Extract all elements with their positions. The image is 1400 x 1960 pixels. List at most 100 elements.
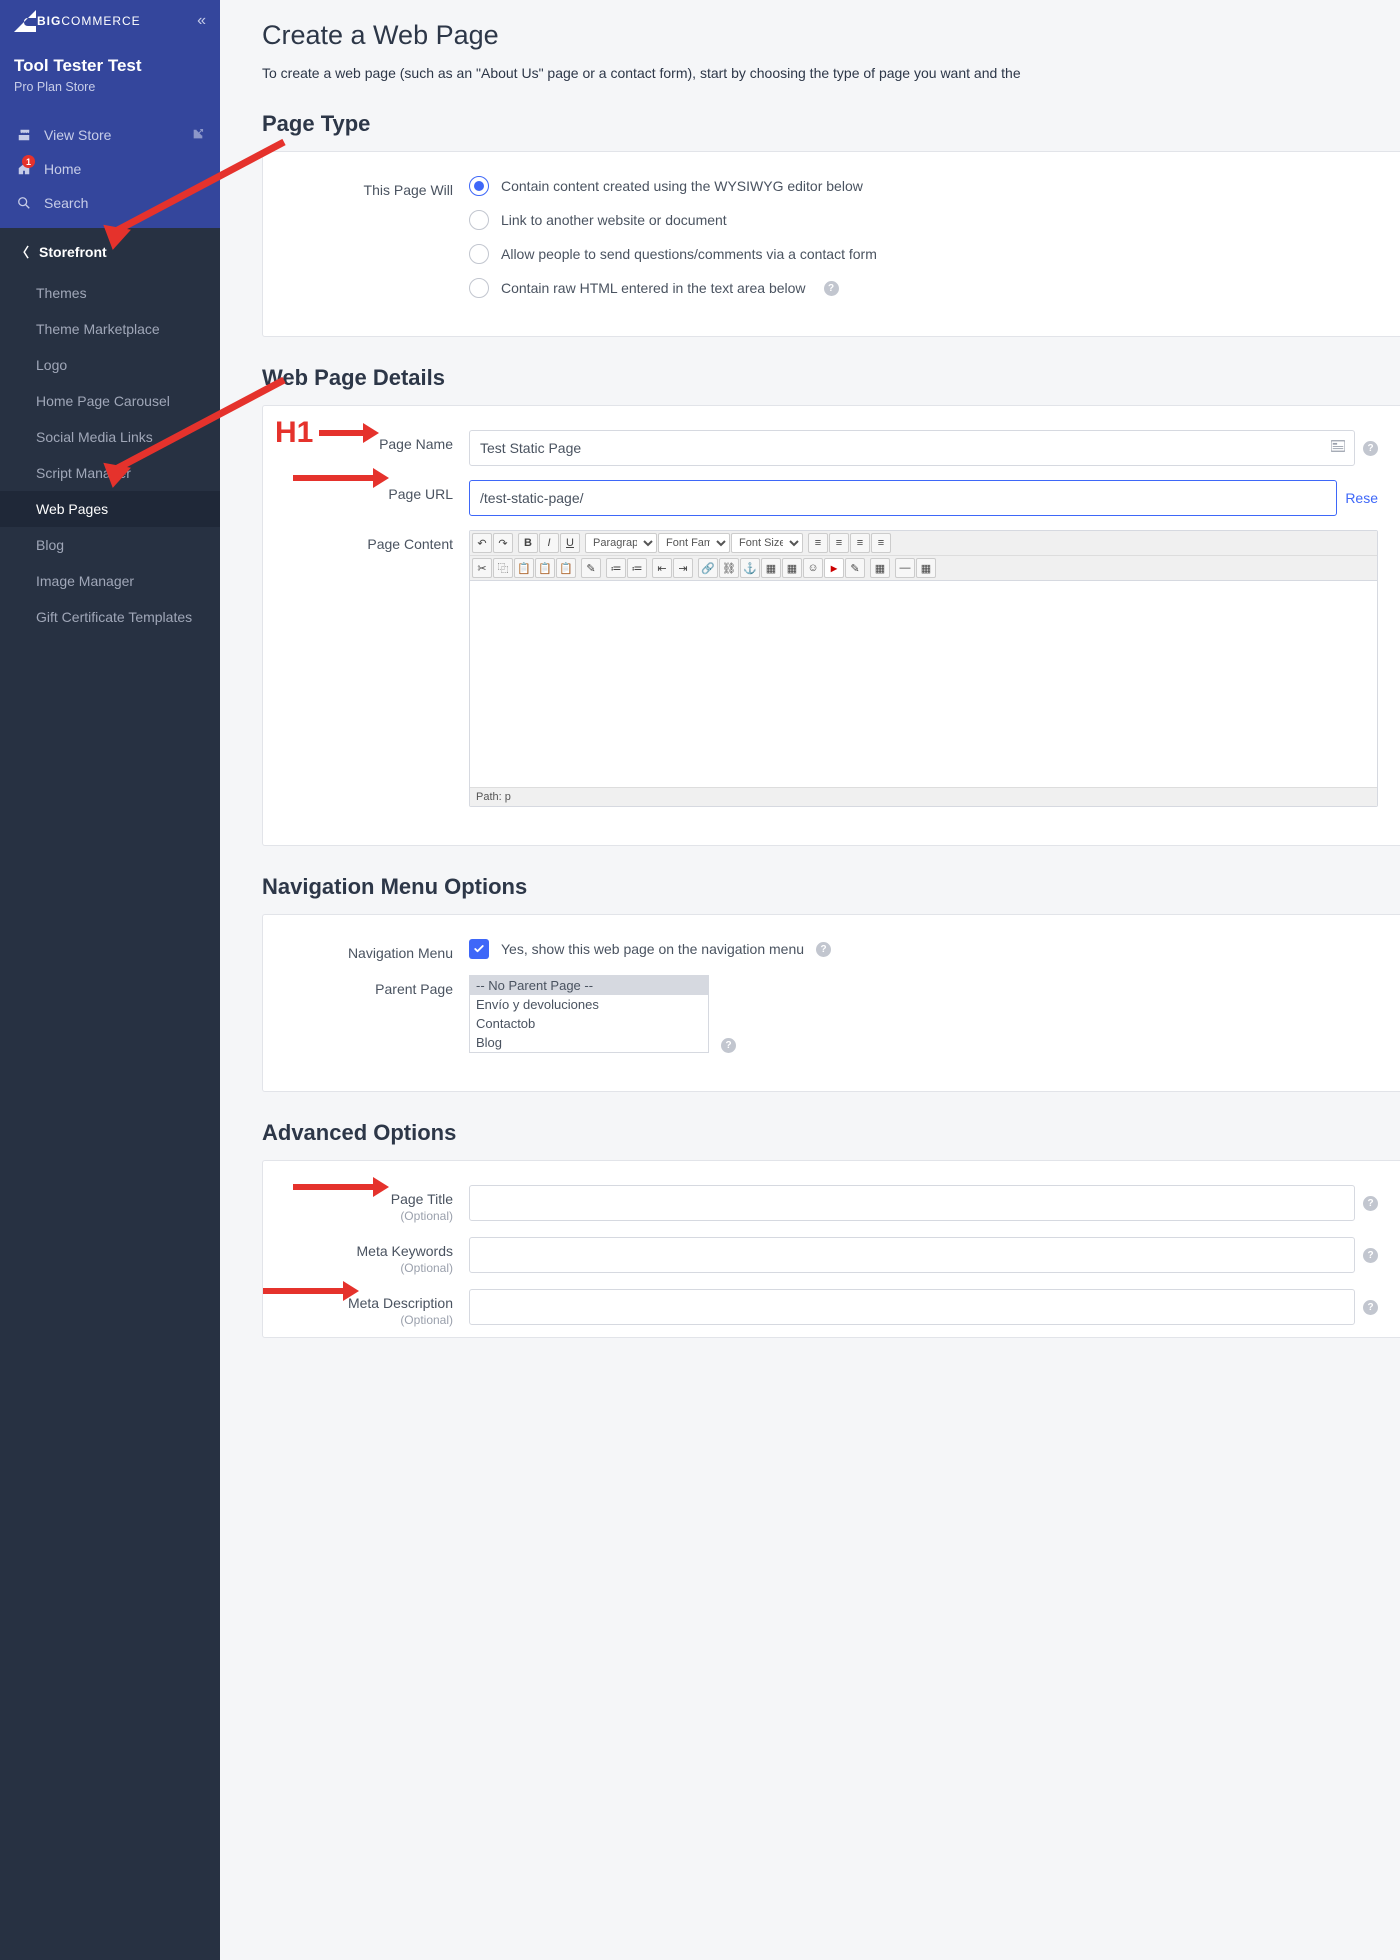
radio-icon[interactable] <box>469 244 489 264</box>
tb-paste-text-icon[interactable]: 📋 <box>535 558 555 578</box>
input-page-title[interactable] <box>469 1185 1355 1221</box>
section-details-title: Web Page Details <box>262 365 1400 391</box>
nav-item-logo[interactable]: Logo <box>0 347 220 383</box>
page-type-option[interactable]: Contain raw HTML entered in the text are… <box>469 278 1378 298</box>
parent-page-select[interactable]: -- No Parent Page --Envío y devoluciones… <box>469 975 709 1053</box>
search-icon <box>16 195 32 211</box>
tb-align-justify-icon[interactable]: ≡ <box>871 533 891 553</box>
radio-label: Contain content created using the WYSIWY… <box>501 178 863 194</box>
tb-ol-icon[interactable]: ≔ <box>627 558 647 578</box>
nav-item-blog[interactable]: Blog <box>0 527 220 563</box>
page-title: Create a Web Page <box>262 20 1400 51</box>
nav-item-theme-marketplace[interactable]: Theme Marketplace <box>0 311 220 347</box>
radio-label: Link to another website or document <box>501 212 727 228</box>
nav-item-home-page-carousel[interactable]: Home Page Carousel <box>0 383 220 419</box>
tb-hr-icon[interactable]: — <box>895 558 915 578</box>
help-icon[interactable]: ? <box>1363 1248 1378 1263</box>
page-type-option[interactable]: Contain content created using the WYSIWY… <box>469 176 1378 196</box>
tb-more-icon[interactable]: ▦ <box>916 558 936 578</box>
tb-table-icon[interactable]: ▦ <box>870 558 890 578</box>
radio-icon[interactable] <box>469 176 489 196</box>
tb-edit-icon[interactable]: ✎ <box>845 558 865 578</box>
tb-align-left-icon[interactable]: ≡ <box>808 533 828 553</box>
tb-image-icon[interactable]: ▦ <box>761 558 781 578</box>
reset-link[interactable]: Rese <box>1345 490 1378 506</box>
tb-align-center-icon[interactable]: ≡ <box>829 533 849 553</box>
card-icon <box>1331 439 1345 457</box>
nav-section-label: Storefront <box>39 244 107 260</box>
tb-paste-word-icon[interactable]: 📋 <box>556 558 576 578</box>
nav-item-web-pages[interactable]: Web Pages <box>0 491 220 527</box>
tb-align-right-icon[interactable]: ≡ <box>850 533 870 553</box>
tb-undo-icon[interactable]: ↶ <box>472 533 492 553</box>
help-icon[interactable]: ? <box>721 1038 736 1053</box>
checkbox-show-in-nav[interactable] <box>469 939 489 959</box>
page-type-option[interactable]: Allow people to send questions/comments … <box>469 244 1378 264</box>
label-parent-page: Parent Page <box>263 975 469 997</box>
help-icon[interactable]: ? <box>1363 1196 1378 1211</box>
editor-path: Path: p <box>470 787 1377 806</box>
page-description: To create a web page (such as an "About … <box>262 65 1400 81</box>
wysiwyg-editor: ↶ ↷ B I U Paragraph Font Family Font Siz… <box>469 530 1378 807</box>
label-nav-menu: Navigation Menu <box>263 939 469 961</box>
section-advanced-title: Advanced Options <box>262 1120 1400 1146</box>
nav-search[interactable]: Search <box>0 186 220 220</box>
radio-icon[interactable] <box>469 210 489 230</box>
tb-indent-icon[interactable]: ⇥ <box>673 558 693 578</box>
editor-body[interactable] <box>470 581 1377 787</box>
nav-item-themes[interactable]: Themes <box>0 275 220 311</box>
tb-bold-icon[interactable]: B <box>518 533 538 553</box>
tb-ul-icon[interactable]: ≔ <box>606 558 626 578</box>
input-page-url[interactable] <box>469 480 1337 516</box>
tb-unlink-icon[interactable]: ⛓ <box>719 558 739 578</box>
home-badge: 1 <box>22 155 35 168</box>
collapse-sidebar-icon[interactable]: « <box>197 12 206 30</box>
panel-details: H1 Page Name ? Page URL <box>262 405 1400 846</box>
input-meta-keywords[interactable] <box>469 1237 1355 1273</box>
label-page-url: Page URL <box>263 480 469 502</box>
radio-icon[interactable] <box>469 278 489 298</box>
tb-anchor-icon[interactable]: ⚓ <box>740 558 760 578</box>
tb-format-select[interactable]: Paragraph <box>585 533 657 553</box>
parent-page-option[interactable]: -- No Parent Page -- <box>470 976 708 995</box>
help-icon[interactable]: ? <box>1363 1300 1378 1315</box>
tb-eraser-icon[interactable]: ✎ <box>581 558 601 578</box>
page-type-option[interactable]: Link to another website or document <box>469 210 1378 230</box>
parent-page-option[interactable]: Blog <box>470 1033 708 1052</box>
nav-view-store[interactable]: View Store <box>0 118 220 152</box>
tb-cut-icon[interactable]: ✂ <box>472 558 492 578</box>
help-icon[interactable]: ? <box>824 281 839 296</box>
input-page-name[interactable] <box>469 430 1355 466</box>
input-meta-description[interactable] <box>469 1289 1355 1325</box>
tb-media-icon[interactable]: ▦ <box>782 558 802 578</box>
nav-item-image-manager[interactable]: Image Manager <box>0 563 220 599</box>
tb-youtube-icon[interactable]: ▶ <box>824 558 844 578</box>
nav-home[interactable]: 1 Home <box>0 152 220 186</box>
brand-commerce: COMMERCE <box>61 14 140 28</box>
tb-link-icon[interactable]: 🔗 <box>698 558 718 578</box>
radio-label: Contain raw HTML entered in the text are… <box>501 280 806 296</box>
help-icon[interactable]: ? <box>1363 441 1378 456</box>
tb-emoji-icon[interactable]: ☺ <box>803 558 823 578</box>
tb-underline-icon[interactable]: U <box>560 533 580 553</box>
sidebar-top: BIGCOMMERCE « Tool Tester Test Pro Plan … <box>0 0 220 228</box>
nav-item-script-manager[interactable]: Script Manager <box>0 455 220 491</box>
tb-italic-icon[interactable]: I <box>539 533 559 553</box>
sidebar: BIGCOMMERCE « Tool Tester Test Pro Plan … <box>0 0 220 1960</box>
tb-fontfamily-select[interactable]: Font Family <box>658 533 730 553</box>
panel-page-type: This Page Will Contain content created u… <box>262 151 1400 337</box>
tb-copy-icon[interactable]: ⿻ <box>493 558 513 578</box>
parent-page-option[interactable]: Contactob <box>470 1014 708 1033</box>
nav-item-social-media-links[interactable]: Social Media Links <box>0 419 220 455</box>
label-this-page-will: This Page Will <box>263 176 469 198</box>
nav-section-storefront[interactable]: 〈 Storefront <box>0 228 220 275</box>
parent-page-option[interactable]: Envío y devoluciones <box>470 995 708 1014</box>
tb-outdent-icon[interactable]: ⇤ <box>652 558 672 578</box>
tb-fontsize-select[interactable]: Font Size <box>731 533 803 553</box>
help-icon[interactable]: ? <box>816 942 831 957</box>
nav-item-gift-certificate-templates[interactable]: Gift Certificate Templates <box>0 599 220 635</box>
tb-redo-icon[interactable]: ↷ <box>493 533 513 553</box>
store-icon <box>16 127 32 143</box>
tb-paste-icon[interactable]: 📋 <box>514 558 534 578</box>
brand-big: BIG <box>37 14 61 28</box>
